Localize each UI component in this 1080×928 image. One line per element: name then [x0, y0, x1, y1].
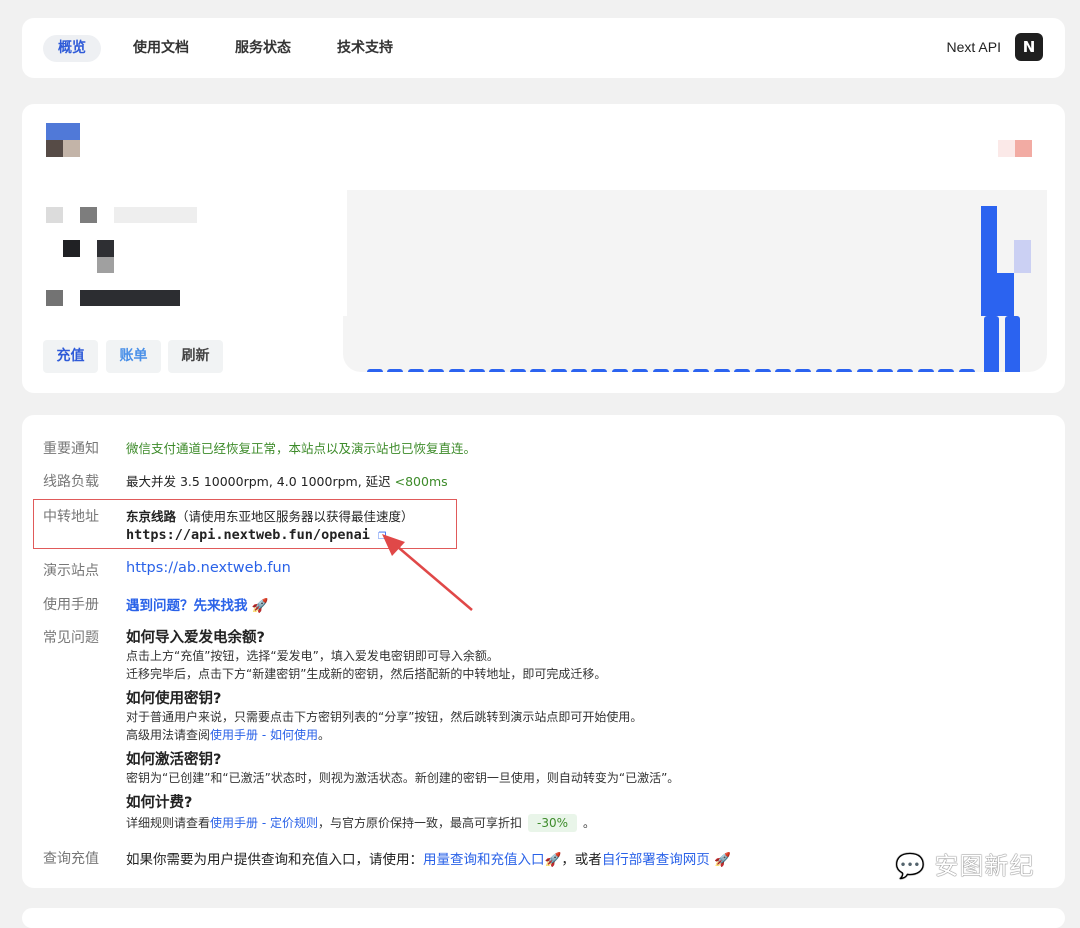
usage-bar [958, 368, 975, 372]
rocket-icon: 🚀 [714, 852, 731, 868]
bill-button[interactable]: 账单 [106, 340, 161, 373]
query-link[interactable]: 用量查询和充值入口 [423, 852, 545, 868]
tab-support[interactable]: 技术支持 [322, 35, 408, 62]
tab-overview[interactable]: 概览 [43, 35, 101, 62]
info-card: 重要通知 微信支付通道已经恢复正常，本站点以及演示站也已恢复直连。 线路负载 最… [22, 415, 1065, 888]
query-text: ，或者 [561, 852, 602, 868]
usage-bar [775, 368, 791, 372]
punctuation: 。 [317, 728, 330, 742]
usage-bar [917, 368, 934, 372]
usage-bar [611, 368, 628, 372]
usage-bar [673, 368, 689, 372]
query-label: 查询充值 [43, 851, 99, 867]
usage-bar [489, 368, 506, 372]
manual-link[interactable]: 遇到问题？先来找我 [126, 598, 248, 614]
usage-bar [795, 368, 812, 372]
overview-card: 充值 账单 刷新 [22, 104, 1065, 393]
usage-bar [734, 368, 751, 372]
redacted-bar-block [981, 206, 997, 316]
usage-bar [632, 368, 649, 372]
usage-bar [984, 316, 999, 372]
logo-icon[interactable]: N [1015, 33, 1043, 61]
usage-bar [938, 368, 955, 372]
recharge-button[interactable]: 充值 [43, 340, 98, 373]
usage-bar [428, 368, 445, 372]
usage-bar [530, 368, 547, 372]
rocket-icon: 🚀 [251, 598, 269, 614]
usage-bar [591, 368, 608, 372]
load-text: 最大并发 3.5 10000rpm, 4.0 1000rpm, 延迟 [126, 474, 395, 489]
usage-bar [571, 368, 587, 372]
faq-answer: ，与官方原价保持一致，最高可享折扣 [317, 816, 522, 830]
faq-answer: 高级用法请查阅 [126, 728, 211, 742]
redacted-bar-block [1014, 240, 1031, 273]
tab-docs[interactable]: 使用文档 [118, 35, 204, 62]
usage-bar [448, 368, 465, 372]
latency-value: <800ms [394, 474, 448, 489]
faq-answer: 点击上方“充值”按钮，选择“爱发电”，填入爱发电密钥即可导入余额。 [126, 649, 499, 663]
usage-bar [550, 368, 567, 372]
usage-bar [856, 368, 873, 372]
faq-question: 如何激活密钥? [126, 752, 222, 768]
manual-label: 使用手册 [43, 597, 99, 613]
manual-usage-link[interactable]: 使用手册 - 如何使用 [210, 728, 318, 742]
faq-answer: 迁移完毕后，点击下方“新建密钥”生成新的密钥，然后搭配新的中转地址，即可完成迁移… [126, 667, 607, 681]
arrow-annotation [382, 534, 473, 611]
faq-label: 常见问题 [43, 630, 99, 646]
discount-tag: -30% [528, 814, 578, 832]
faq-question: 如何导入爱发电余额? [126, 630, 265, 646]
redacted-bar-block [997, 273, 1014, 316]
demo-link[interactable]: https://ab.nextweb.fun [126, 560, 291, 576]
route-note: （请使用东亚地区服务器以获得最佳速度） [176, 509, 414, 524]
faq-question: 如何计费? [126, 795, 193, 811]
tab-status[interactable]: 服务状态 [220, 35, 306, 62]
usage-bar [469, 368, 485, 372]
watermark: 💬 安图新纪 [895, 846, 1035, 881]
query-text: 如果你需要为用户提供查询和充值入口，请使用： [126, 852, 423, 868]
faq-answer: 对于普通用户来说，只需要点击下方密钥列表的“分享”按钮，然后跳转到演示站点即可开… [126, 710, 643, 724]
faq-question: 如何使用密钥? [126, 691, 222, 707]
rocket-icon: 🚀 [544, 852, 562, 868]
demo-label: 演示站点 [43, 563, 99, 579]
punctuation: 。 [583, 816, 596, 830]
usage-bar [693, 368, 710, 372]
watermark-text: 安图新纪 [934, 852, 1035, 880]
notice-label: 重要通知 [43, 441, 99, 457]
usage-chart [343, 190, 1047, 372]
usage-bar [652, 368, 669, 372]
brand-name: Next API [946, 39, 1001, 55]
usage-bar [815, 368, 832, 372]
relay-label: 中转地址 [43, 509, 99, 525]
usage-bar [367, 368, 383, 372]
top-nav: 概览 使用文档 服务状态 技术支持 Next API N [22, 18, 1065, 78]
usage-bar [897, 368, 914, 372]
next-card [22, 908, 1065, 928]
wechat-icon: 💬 [895, 852, 926, 880]
notice-text: 微信支付通道已经恢复正常，本站点以及演示站也已恢复直连。 [126, 441, 477, 456]
usage-bar [387, 368, 404, 372]
usage-bar [407, 368, 424, 372]
route-name: 东京线路 [126, 509, 177, 524]
faq-answer: 详细规则请查看 [126, 816, 211, 830]
relay-url[interactable]: https://api.nextweb.fun/openai [126, 527, 370, 543]
pricing-link[interactable]: 使用手册 - 定价规则 [210, 816, 318, 830]
refresh-button[interactable]: 刷新 [168, 340, 223, 373]
usage-bar [713, 368, 730, 372]
faq-answer: 密钥为“已创建”和“已激活”状态时，则视为激活状态。新创建的密钥一旦使用，则自动… [126, 771, 680, 785]
usage-bar [877, 368, 893, 372]
usage-bar [754, 368, 771, 372]
usage-bar [509, 368, 526, 372]
usage-bar [1005, 316, 1020, 372]
self-deploy-link[interactable]: 自行部署查询网页 [602, 852, 710, 868]
usage-bar [836, 368, 853, 372]
load-label: 线路负载 [43, 474, 99, 490]
logo-text: N [1022, 38, 1036, 56]
